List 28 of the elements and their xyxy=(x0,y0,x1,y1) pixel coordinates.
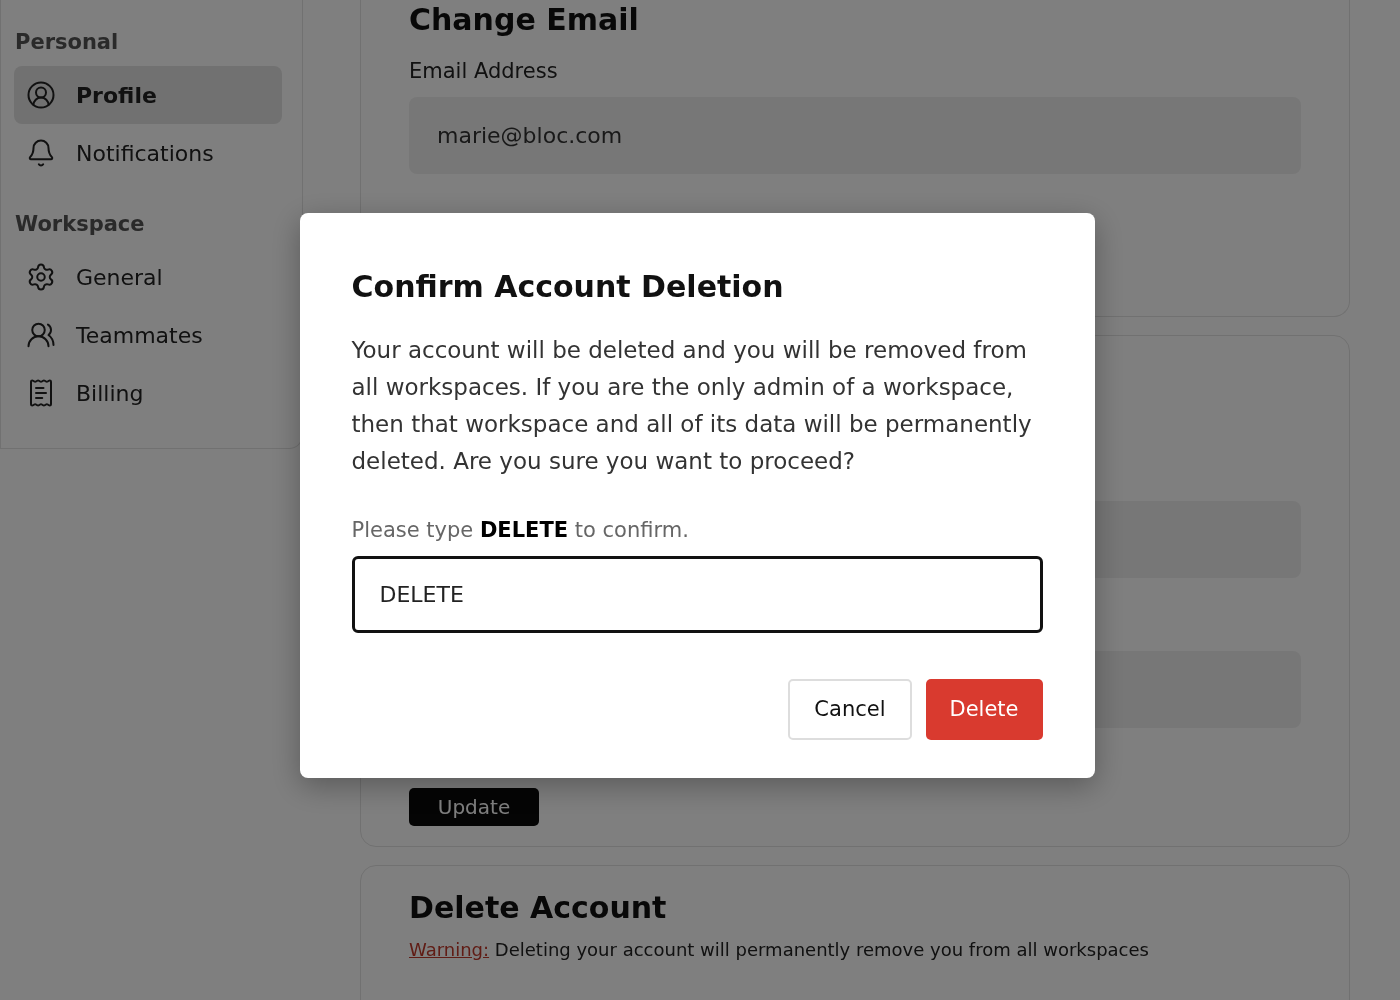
sidebar-item-label: General xyxy=(76,264,163,290)
confirm-input[interactable]: DELETE xyxy=(351,555,1043,633)
update-button[interactable]: Update xyxy=(409,788,539,826)
bell-icon xyxy=(26,138,56,168)
section-title: Personal xyxy=(14,29,120,56)
card-title: Change Email xyxy=(409,2,640,37)
dialog-message: Your account will be deleted and you will be removed from all workspaces. If you are the only admin of a workspace, then that workspace and all of its data will be permanently deleted. Are you sure you want to proceed? xyxy=(351,335,1033,476)
dialog-title: Confirm Account Deletion xyxy=(351,268,785,304)
email-field[interactable]: marie@bloc.com xyxy=(409,97,1301,174)
sidebar-item-label: Teammates xyxy=(76,322,203,348)
sidebar-item[interactable]: Billing xyxy=(14,364,282,422)
user-circle-icon xyxy=(26,80,56,110)
sidebar-item[interactable]: General xyxy=(14,248,282,306)
field-label: Email Address xyxy=(409,59,559,83)
sidebar-item-label: Billing xyxy=(76,380,144,406)
sidebar-item-label: Profile xyxy=(76,82,157,108)
sidebar-item[interactable]: Teammates xyxy=(14,306,282,364)
delete-button[interactable]: Delete xyxy=(925,678,1043,740)
people-icon xyxy=(26,320,56,350)
card-title: Delete Account xyxy=(409,890,668,925)
cancel-button[interactable]: Cancel xyxy=(788,678,912,740)
sidebar-item-label: Notifications xyxy=(76,140,214,166)
settings-icon xyxy=(26,262,56,292)
sidebar-item[interactable]: Profile xyxy=(14,66,282,124)
sidebar-item[interactable]: Notifications xyxy=(14,124,282,182)
warning-text: Warning: Deleting your account will permanently remove you from all workspaces xyxy=(409,939,1150,960)
confirm-prompt: Please type DELETE to confirm. xyxy=(351,517,690,542)
section-title: Workspace xyxy=(14,211,146,238)
